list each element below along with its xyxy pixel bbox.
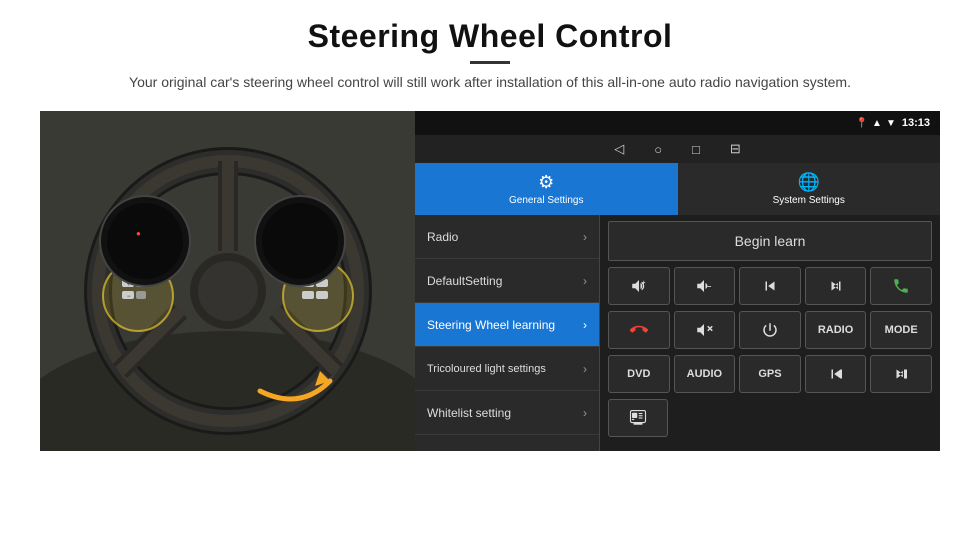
phone-button[interactable] xyxy=(870,267,932,305)
tab-general-label: General Settings xyxy=(509,195,584,206)
radio-button[interactable]: RADIO xyxy=(805,311,867,349)
begin-learn-button[interactable]: Begin learn xyxy=(608,221,932,261)
mute-button[interactable] xyxy=(674,311,736,349)
title-divider xyxy=(470,61,510,64)
next-track-button[interactable] xyxy=(805,267,867,305)
begin-learn-row: Begin learn xyxy=(608,221,932,261)
vol-down-button[interactable]: − xyxy=(674,267,736,305)
status-bar: 📍 ▲ ▼ 13:13 xyxy=(415,111,940,135)
svg-text:−: − xyxy=(127,294,131,300)
control-row-4 xyxy=(608,399,932,437)
vol-up-button[interactable]: + xyxy=(608,267,670,305)
page-title: Steering Wheel Control xyxy=(129,18,851,55)
tab-system-label: System Settings xyxy=(773,195,845,206)
menu-item-tricoloured[interactable]: Tricoloured light settings › xyxy=(415,347,599,391)
chevron-icon: › xyxy=(583,406,587,420)
recent-icon[interactable]: □ xyxy=(692,142,700,157)
menu-item-radio[interactable]: Radio › xyxy=(415,215,599,259)
audio-button[interactable]: AUDIO xyxy=(674,355,736,393)
menu-panel: Radio › DefaultSetting › Steering Wheel … xyxy=(415,215,600,451)
chevron-icon: › xyxy=(583,362,587,376)
tab-general[interactable]: ⚙ General Settings xyxy=(415,163,678,215)
mode-button[interactable]: MODE xyxy=(870,311,932,349)
control-row-1: + − xyxy=(608,267,932,305)
cast-icon[interactable]: ⊟ xyxy=(730,141,741,157)
nav-bar: ◁ ○ □ ⊟ xyxy=(415,135,940,163)
next-folder-button[interactable] xyxy=(870,355,932,393)
hang-up-button[interactable] xyxy=(608,311,670,349)
svg-text:+: + xyxy=(642,281,646,287)
chevron-icon: › xyxy=(583,274,587,288)
main-content: Radio › DefaultSetting › Steering Wheel … xyxy=(415,215,940,451)
control-panel: Begin learn + xyxy=(600,215,940,451)
status-time: 13:13 xyxy=(902,117,930,129)
subtitle: Your original car's steering wheel contr… xyxy=(129,72,851,93)
dvd-button[interactable]: DVD xyxy=(608,355,670,393)
home-icon[interactable]: ○ xyxy=(654,142,662,157)
location-icon: 📍 xyxy=(856,118,868,129)
tab-system[interactable]: 🌐 System Settings xyxy=(678,163,941,215)
general-settings-icon: ⚙ xyxy=(538,172,554,193)
wifi-icon: ▲ xyxy=(872,118,882,129)
gps-button[interactable]: GPS xyxy=(739,355,801,393)
control-row-2: RADIO MODE xyxy=(608,311,932,349)
chevron-icon: › xyxy=(583,230,587,244)
menu-item-default-setting[interactable]: DefaultSetting › xyxy=(415,259,599,303)
svg-text:●: ● xyxy=(136,229,141,238)
control-row-3: DVD AUDIO GPS xyxy=(608,355,932,393)
system-settings-icon: 🌐 xyxy=(798,172,820,193)
chevron-icon: › xyxy=(583,318,587,332)
menu-item-steering-wheel[interactable]: Steering Wheel learning › xyxy=(415,303,599,347)
prev-folder-button[interactable] xyxy=(805,355,867,393)
back-icon[interactable]: ◁ xyxy=(614,141,624,157)
menu-item-whitelist[interactable]: Whitelist setting › xyxy=(415,391,599,435)
steering-wheel-image: + − ● xyxy=(40,111,415,451)
android-ui: 📍 ▲ ▼ 13:13 ◁ ○ □ ⊟ ⚙ General Settings xyxy=(415,111,940,451)
nav-icon-button[interactable] xyxy=(608,399,668,437)
tab-bar: ⚙ General Settings 🌐 System Settings xyxy=(415,163,940,215)
prev-track-button[interactable] xyxy=(739,267,801,305)
signal-icon: ▼ xyxy=(886,118,896,129)
svg-text:−: − xyxy=(707,282,712,291)
power-button[interactable] xyxy=(739,311,801,349)
